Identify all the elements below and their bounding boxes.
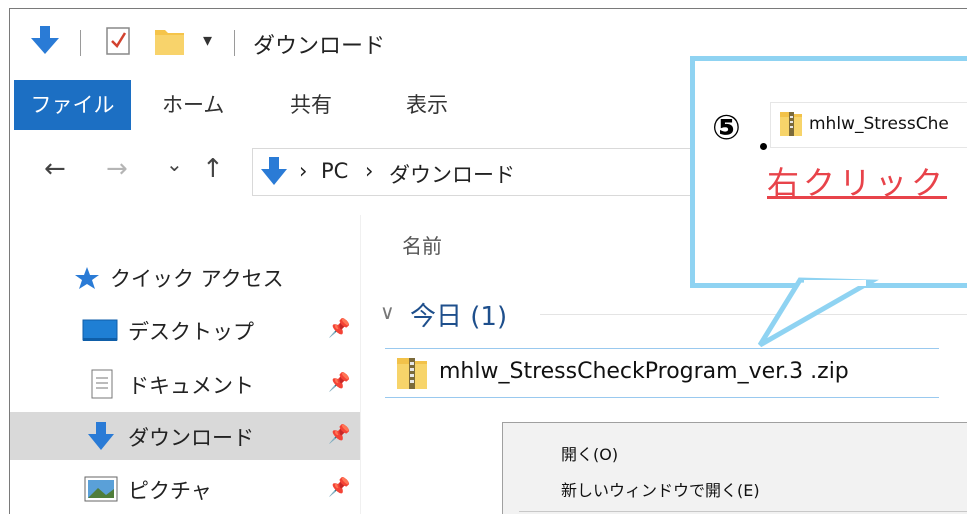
window-title: ダウンロード <box>253 34 386 59</box>
zip-folder-icon <box>397 358 427 389</box>
tab-share[interactable]: 共有 <box>290 80 332 130</box>
file-row[interactable]: mhlw_StressCheckProgram_ver.3 .zip <box>385 348 939 398</box>
properties-icon[interactable] <box>104 20 132 60</box>
nav-item-pictures[interactable]: ピクチャ 📌 <box>10 465 360 513</box>
qa-dropdown[interactable]: ▾ <box>203 30 212 51</box>
new-folder-icon[interactable] <box>152 20 188 60</box>
nav-item-documents[interactable]: ドキュメント 📌 <box>10 360 360 408</box>
nav-item-downloads[interactable]: ダウンロード 📌 <box>10 412 360 460</box>
nav-item-desktop[interactable]: デスクトップ 📌 <box>10 306 360 354</box>
download-arrow-icon <box>261 157 287 185</box>
column-header-name[interactable]: 名前 <box>402 230 442 259</box>
pin-icon[interactable]: 📌 <box>328 477 350 498</box>
step-number: ⑤ <box>712 108 741 148</box>
step-dot <box>760 143 767 150</box>
group-label: 今日 (1) <box>410 302 508 332</box>
row-highlight <box>385 348 939 349</box>
recent-locations-button[interactable]: ⌄ <box>166 152 183 176</box>
breadcrumb-pc[interactable]: PC <box>321 159 348 183</box>
breadcrumb-separator: › <box>365 159 374 183</box>
navigation-pane: クイック アクセス デスクトップ 📌 ドキュメント 📌 ダウンロード 📌 ピクチ… <box>10 215 360 514</box>
file-name: mhlw_StressCheckProgram_ver.3 .zip <box>439 359 849 384</box>
nav-label: ダウンロード <box>128 426 254 450</box>
back-button[interactable]: ← <box>44 154 66 184</box>
title-separator <box>234 30 235 56</box>
chevron-down-icon: ∨ <box>380 300 395 324</box>
breadcrumb-separator: › <box>299 159 308 183</box>
callout-instruction: 右クリック <box>767 164 948 202</box>
tab-home[interactable]: ホーム <box>162 80 224 130</box>
download-arrow-icon[interactable] <box>28 20 62 60</box>
pictures-icon <box>84 476 118 502</box>
context-menu: 開く(O) 新しいウィンドウで開く(E) <box>502 422 967 514</box>
callout-file-name: mhlw_StressChe <box>809 114 949 134</box>
zip-folder-icon <box>780 112 802 136</box>
desktop-icon <box>82 319 118 341</box>
group-divider <box>540 314 967 315</box>
group-header-today[interactable]: ∨ 今日 (1) <box>380 296 967 336</box>
star-icon <box>75 267 99 289</box>
pin-icon[interactable]: 📌 <box>328 318 350 339</box>
nav-label: デスクトップ <box>128 320 254 344</box>
menu-item-open[interactable]: 開く(O) <box>561 441 618 465</box>
tab-view[interactable]: 表示 <box>406 80 448 130</box>
nav-label: クイック アクセス <box>110 267 284 291</box>
tab-file[interactable]: ファイル <box>14 80 131 130</box>
pin-icon[interactable]: 📌 <box>328 424 350 445</box>
forward-button[interactable]: → <box>106 154 128 184</box>
pin-icon[interactable]: 📌 <box>328 372 350 393</box>
breadcrumb-downloads[interactable]: ダウンロード <box>389 159 515 189</box>
title-separator <box>80 30 81 56</box>
nav-item-quick-access[interactable]: クイック アクセス <box>10 253 360 301</box>
callout-file-preview: mhlw_StressChe <box>770 102 967 148</box>
file-explorer-window: ▾ ダウンロード ファイル ホーム 共有 表示 ← → ⌄ ↑ › PC › ダ… <box>0 0 967 514</box>
nav-label: ドキュメント <box>128 374 254 398</box>
pane-divider[interactable] <box>360 215 361 514</box>
address-bar[interactable]: › PC › ダウンロード <box>252 148 754 196</box>
document-icon <box>91 369 113 399</box>
row-highlight <box>385 397 939 398</box>
menu-separator <box>519 511 967 512</box>
up-button[interactable]: ↑ <box>202 154 224 184</box>
menu-item-open-new-window[interactable]: 新しいウィンドウで開く(E) <box>561 477 760 501</box>
download-arrow-icon <box>88 422 114 450</box>
nav-label: ピクチャ <box>128 479 212 503</box>
